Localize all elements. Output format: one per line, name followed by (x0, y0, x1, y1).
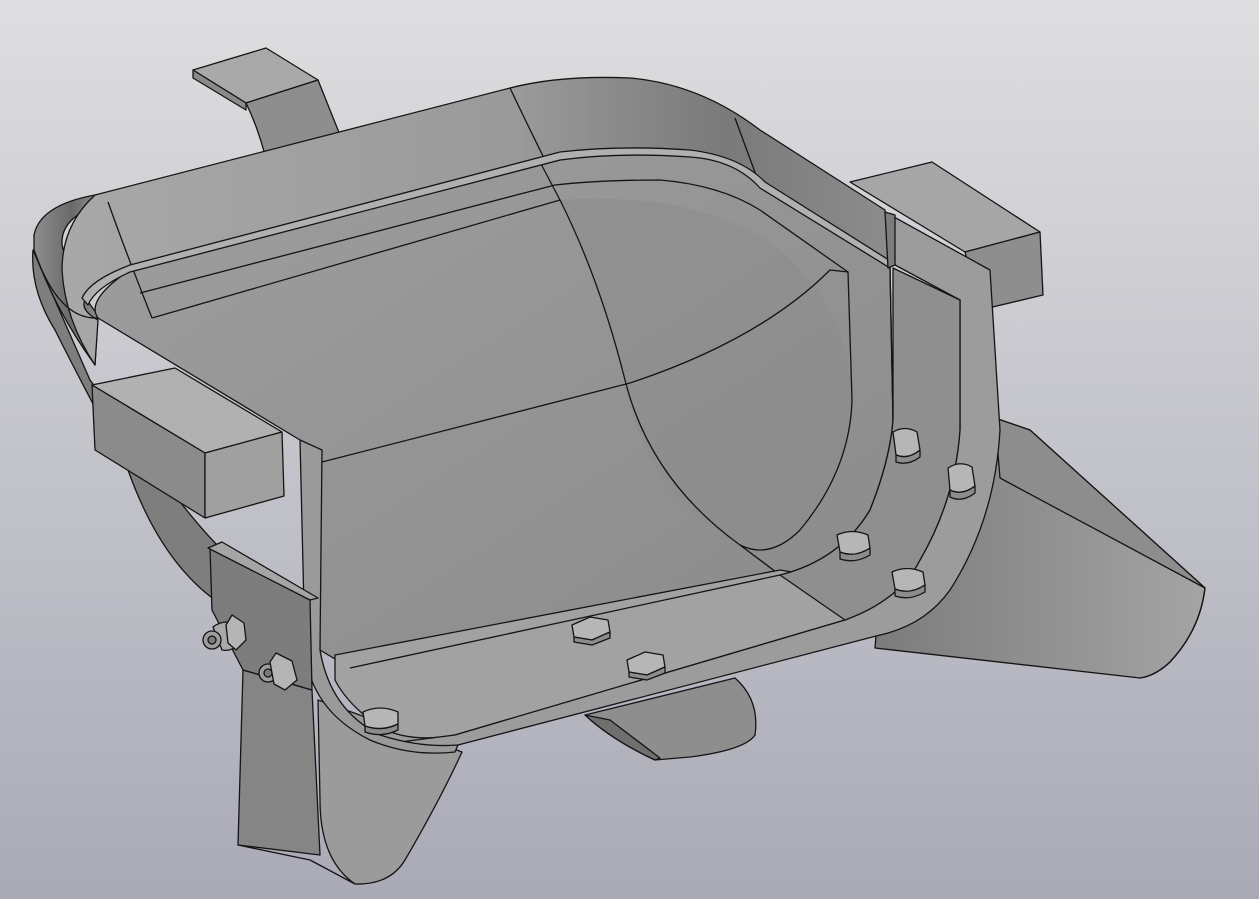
model-canvas[interactable] (0, 0, 1259, 899)
hex-bolt-7[interactable] (362, 707, 399, 736)
hex-bolt-5[interactable] (836, 530, 871, 562)
hex-bolt-4[interactable] (947, 463, 976, 500)
hex-bolt-3[interactable] (892, 427, 921, 464)
cad-3d-viewport[interactable] (0, 0, 1259, 899)
hex-bolt-6[interactable] (891, 567, 926, 599)
left-bottom-leg[interactable] (237, 669, 321, 856)
